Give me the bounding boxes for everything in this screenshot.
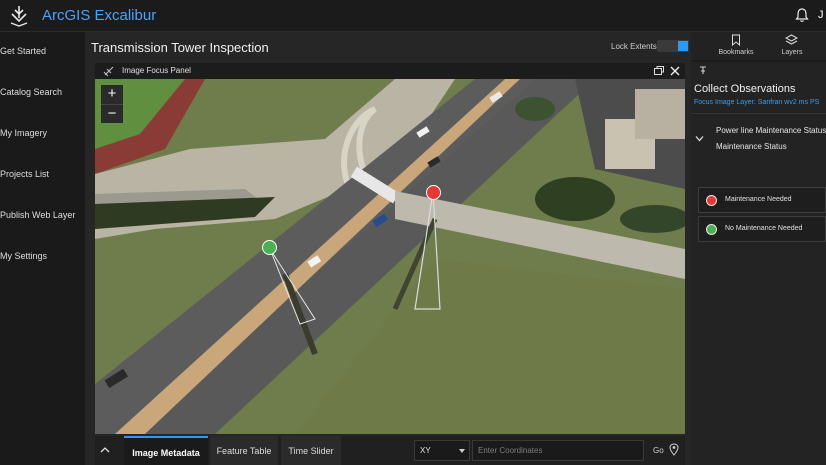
focus-image-layer-label: Focus Image Layer: Sanfran wv2 ms PS	[694, 99, 820, 106]
nav-publish-web-layer[interactable]: Publish Web Layer	[0, 210, 75, 220]
observations-title: Collect Observations	[694, 83, 796, 95]
tab-time-slider[interactable]: Time Slider	[281, 436, 341, 465]
divider	[691, 113, 826, 114]
feature-template-name[interactable]: Power line Maintenance Status	[716, 126, 826, 135]
zoom-out-button[interactable]: −	[101, 104, 123, 123]
red-status-icon	[706, 195, 717, 206]
zoom-controls: + −	[101, 85, 123, 123]
nav-catalog-search[interactable]: Catalog Search	[0, 87, 62, 97]
tab-feature-table[interactable]: Feature Table	[210, 436, 278, 465]
satellite-icon	[103, 66, 114, 77]
location-pin-icon[interactable]	[669, 443, 679, 456]
toggle-knob	[678, 41, 688, 51]
aerial-imagery	[95, 79, 685, 434]
go-button[interactable]: Go	[653, 446, 664, 455]
panel-header: Image Focus Panel	[95, 63, 685, 79]
collect-observations-pane: Collect Observations Focus Image Layer: …	[691, 62, 826, 465]
project-title: Transmission Tower Inspection	[91, 40, 269, 55]
left-navigation: Get Started Catalog Search My Imagery Pr…	[0, 32, 85, 465]
observation-marker-maintenance-needed[interactable]	[426, 185, 441, 200]
app-title: ArcGIS Excalibur	[42, 7, 157, 24]
coordinate-system-select[interactable]: XY	[414, 440, 470, 461]
bottom-toolbar: Image Metadata Feature Table Time Slider…	[95, 436, 685, 465]
image-focus-panel: Image Focus Panel + −	[95, 63, 685, 434]
option-label: Maintenance Needed	[725, 196, 792, 203]
bookmark-icon	[732, 34, 740, 46]
app-header: ArcGIS Excalibur J	[0, 0, 826, 32]
aerial-image-map[interactable]: + −	[95, 79, 685, 434]
panel-title: Image Focus Panel	[122, 66, 191, 75]
template-field-name: Maintenance Status	[716, 142, 787, 151]
chevron-up-icon[interactable]	[99, 444, 111, 456]
layers-label: Layers	[781, 49, 803, 56]
layers-button[interactable]: Layers	[762, 32, 822, 60]
bookmarks-button[interactable]: Bookmarks	[706, 32, 766, 60]
option-label: No Maintenance Needed	[725, 225, 803, 232]
nav-projects-list[interactable]: Projects List	[0, 169, 49, 179]
layers-icon	[785, 34, 798, 45]
nav-get-started[interactable]: Get Started	[0, 46, 46, 56]
tab-image-metadata[interactable]: Image Metadata	[124, 436, 208, 465]
green-status-icon	[706, 224, 717, 235]
lock-extents-label: Lock Extents	[611, 42, 657, 51]
chevron-down-icon[interactable]	[695, 134, 704, 143]
coordinate-input[interactable]	[472, 440, 644, 461]
bookmarks-label: Bookmarks	[718, 49, 754, 56]
right-panel: Bookmarks Layers Collect Observations Fo…	[691, 32, 826, 465]
zoom-in-button[interactable]: +	[101, 85, 123, 104]
notifications-bell-icon[interactable]	[794, 7, 810, 23]
option-no-maintenance-needed[interactable]: No Maintenance Needed	[698, 216, 826, 242]
nav-my-imagery[interactable]: My Imagery	[0, 128, 47, 138]
restore-window-icon[interactable]	[653, 65, 665, 77]
map-tools-bar: Bookmarks Layers	[691, 32, 826, 60]
option-maintenance-needed[interactable]: Maintenance Needed	[698, 187, 826, 213]
close-icon[interactable]	[669, 65, 681, 77]
excalibur-logo-icon	[10, 6, 28, 27]
user-avatar[interactable]: J	[818, 9, 824, 21]
observation-marker-no-maintenance[interactable]	[262, 240, 277, 255]
lock-extents-toggle[interactable]	[657, 40, 689, 52]
pin-panel-icon[interactable]	[698, 65, 708, 75]
nav-my-settings[interactable]: My Settings	[0, 251, 47, 261]
coordinate-system-value: XY	[420, 446, 431, 455]
chevron-down-icon	[459, 449, 465, 453]
